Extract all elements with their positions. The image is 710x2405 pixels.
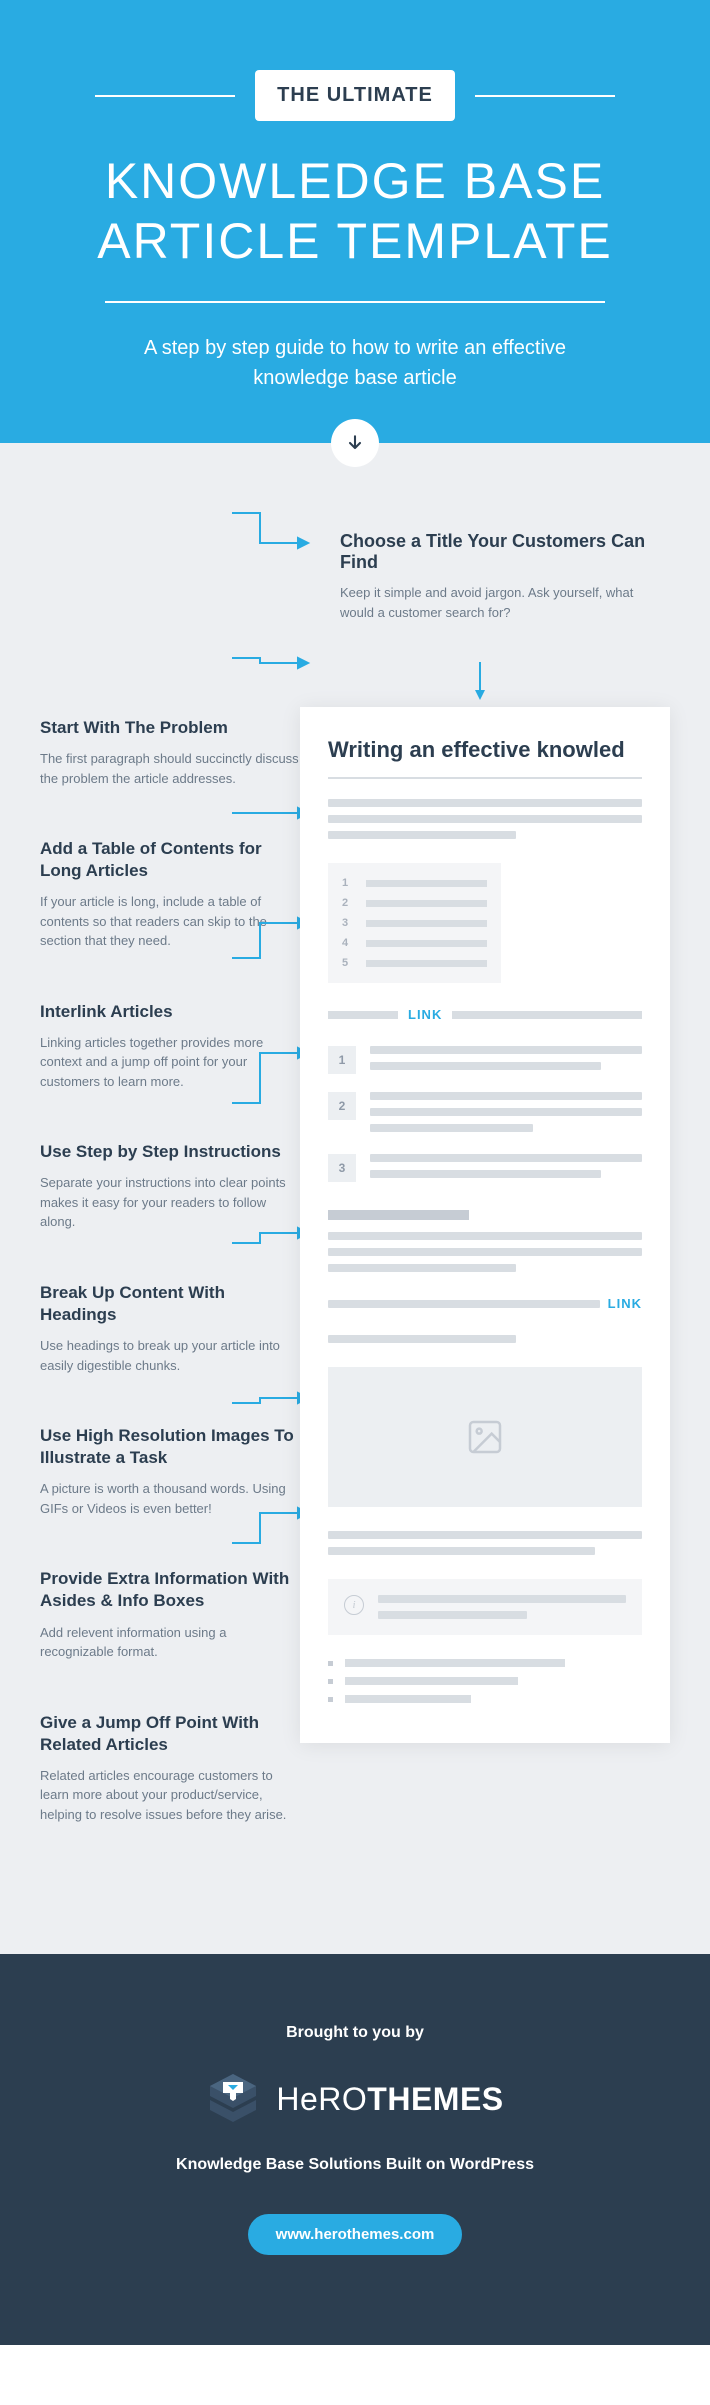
step-number: 1: [328, 1046, 356, 1074]
related-item: [328, 1659, 642, 1667]
related-item: [328, 1677, 642, 1685]
tip-images: Use High Resolution Images To Illustrate…: [40, 1425, 300, 1518]
toc-number: 5: [342, 957, 356, 969]
mockup-link-label: LINK: [608, 1296, 642, 1311]
brand-bold: THEMES: [367, 2081, 503, 2117]
hero-separator: [105, 301, 605, 303]
step-number: 3: [328, 1154, 356, 1182]
footer-brand-name: HeROTHEMES: [276, 2081, 503, 2118]
mockup-heading: [328, 1210, 469, 1220]
mockup-related-list: [328, 1659, 642, 1703]
tip-desc: Separate your instructions into clear po…: [40, 1173, 300, 1232]
tip-desc: Linking articles together provides more …: [40, 1033, 300, 1092]
hero-badge: THE ULTIMATE: [255, 70, 455, 121]
tip-heading: Start With The Problem: [40, 717, 300, 739]
footer-url-button[interactable]: www.herothemes.com: [248, 2214, 463, 2255]
hero-title-line1: KNOWLEDGE BASE: [105, 153, 605, 209]
tip-steps: Use Step by Step Instructions Separate y…: [40, 1141, 300, 1232]
step-row: 2: [328, 1092, 642, 1140]
related-item: [328, 1695, 642, 1703]
tip-related: Give a Jump Off Point With Related Artic…: [40, 1712, 300, 1825]
mockup-toc: 1 2 3 4 5: [328, 863, 501, 983]
toc-row: 5: [342, 957, 487, 969]
tip-heading: Provide Extra Information With Asides & …: [40, 1568, 300, 1612]
tip-title-heading: Choose a Title Your Customers Can Find: [340, 531, 670, 573]
toc-row: 2: [342, 897, 487, 909]
tips-column: Start With The Problem The first paragra…: [40, 707, 300, 1874]
toc-number: 4: [342, 937, 356, 949]
mockup-column: Writing an effective knowled 1 2 3 4 5 L…: [300, 707, 670, 1874]
mockup-article-title: Writing an effective knowled: [328, 737, 642, 779]
mockup-para: [328, 1232, 642, 1272]
body-section: Choose a Title Your Customers Can Find K…: [0, 443, 710, 1954]
hero-subtitle: A step by step guide to how to write an …: [105, 333, 605, 393]
tip-desc: If your article is long, include a table…: [40, 892, 300, 951]
footer-tagline: Knowledge Base Solutions Built on WordPr…: [40, 2156, 670, 2174]
content-columns: Start With The Problem The first paragra…: [40, 707, 670, 1874]
mockup-intro-para: [328, 799, 642, 839]
tip-headings: Break Up Content With Headings Use headi…: [40, 1282, 300, 1375]
mockup-steps: 1 2 3: [328, 1046, 642, 1186]
tip-heading: Add a Table of Contents for Long Article…: [40, 838, 300, 882]
mockup-link-label: LINK: [408, 1007, 442, 1022]
footer: Brought to you by HeROTHEMES Knowledge B…: [0, 1954, 710, 2345]
tip-heading: Use High Resolution Images To Illustrate…: [40, 1425, 300, 1469]
toc-number: 1: [342, 877, 356, 889]
tip-heading: Break Up Content With Headings: [40, 1282, 300, 1326]
mockup-image-placeholder: [328, 1367, 642, 1507]
footer-logo: HeROTHEMES: [40, 2072, 670, 2126]
herothemes-logo-icon: [206, 2072, 260, 2126]
mockup-info-box: i: [328, 1579, 642, 1635]
image-icon: [465, 1417, 505, 1457]
toc-number: 3: [342, 917, 356, 929]
tip-asides: Provide Extra Information With Asides & …: [40, 1568, 300, 1661]
brand-light: HeRO: [276, 2081, 367, 2117]
tip-toc: Add a Table of Contents for Long Article…: [40, 838, 300, 951]
step-row: 1: [328, 1046, 642, 1078]
badge-row: THE ULTIMATE: [40, 70, 670, 121]
divider-right: [475, 95, 615, 97]
down-arrow-icon: [331, 419, 379, 467]
tip-heading: Give a Jump Off Point With Related Artic…: [40, 1712, 300, 1756]
step-row: 3: [328, 1154, 642, 1186]
tip-interlink: Interlink Articles Linking articles toge…: [40, 1001, 300, 1092]
tip-heading: Use Step by Step Instructions: [40, 1141, 300, 1163]
mockup-para: [328, 1531, 642, 1555]
hero-header: THE ULTIMATE KNOWLEDGE BASE ARTICLE TEMP…: [0, 0, 710, 443]
mockup-link-line: LINK: [328, 1007, 642, 1022]
mockup-inline-link: LINK: [328, 1296, 642, 1311]
footer-brought: Brought to you by: [40, 2024, 670, 2042]
toc-row: 4: [342, 937, 487, 949]
tip-problem: Start With The Problem The first paragra…: [40, 717, 300, 788]
hero-title-line2: ARTICLE TEMPLATE: [97, 213, 612, 269]
tip-desc: Related articles encourage customers to …: [40, 1766, 300, 1825]
info-icon: i: [344, 1595, 364, 1615]
tip-title-desc: Keep it simple and avoid jargon. Ask you…: [340, 583, 670, 622]
divider-left: [95, 95, 235, 97]
connector-arrow-down: [470, 662, 490, 702]
article-mockup: Writing an effective knowled 1 2 3 4 5 L…: [300, 707, 670, 1743]
tip-title: Choose a Title Your Customers Can Find K…: [340, 491, 670, 622]
tip-desc: The first paragraph should succinctly di…: [40, 749, 300, 788]
tip-desc: Add relevent information using a recogni…: [40, 1623, 300, 1662]
toc-number: 2: [342, 897, 356, 909]
tip-heading: Interlink Articles: [40, 1001, 300, 1023]
toc-row: 1: [342, 877, 487, 889]
tip-desc: A picture is worth a thousand words. Usi…: [40, 1479, 300, 1518]
tip-desc: Use headings to break up your article in…: [40, 1336, 300, 1375]
hero-title: KNOWLEDGE BASE ARTICLE TEMPLATE: [40, 151, 670, 271]
step-number: 2: [328, 1092, 356, 1120]
toc-row: 3: [342, 917, 487, 929]
